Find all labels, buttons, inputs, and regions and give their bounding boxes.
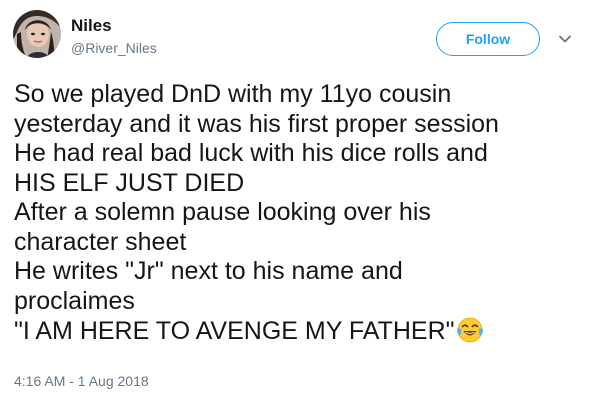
tweet-line: HIS ELF JUST DIED [14,168,245,197]
tweet-text: So we played DnD with my 11yo cousin yes… [14,80,574,347]
avatar[interactable] [13,10,61,58]
tweet-line: "I AM HERE TO AVENGE MY FATHER" [14,317,455,345]
tweet-line-last: "I AM HERE TO AVENGE MY FATHER" [14,316,574,347]
tweet-line: proclaimes [14,286,135,315]
tweet-timestamp[interactable]: 4:16 AM - 1 Aug 2018 [14,372,149,390]
tweet-line: He writes "Jr" next to his name and [14,257,403,285]
follow-button[interactable]: Follow [436,22,540,56]
display-name[interactable]: Niles [71,16,112,36]
tweet-line: He had real bad luck with his dice rolls… [14,139,488,167]
tweet-line: After a solemn pause looking over his [14,198,431,226]
tweet-line: yesterday and it was his first proper se… [14,109,499,138]
tweet-card: Niles @River_Niles Follow So we played D… [0,0,590,407]
tweet-line: character sheet [14,227,187,256]
face-with-tears-of-joy-icon [456,317,483,343]
chevron-down-icon[interactable] [556,30,574,48]
tweet-line: So we played DnD with my 11yo cousin [14,80,452,108]
user-handle[interactable]: @River_Niles [71,40,157,56]
avatar-image [13,10,61,58]
